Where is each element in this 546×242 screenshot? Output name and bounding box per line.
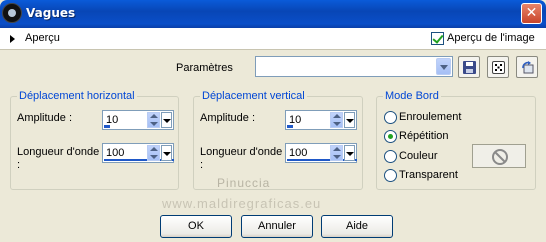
cancel-button[interactable]: Annuler xyxy=(241,215,313,238)
reset-icon xyxy=(522,61,534,74)
vertical-wavelength-value[interactable]: 100 xyxy=(289,147,307,159)
horizontal-wavelength-stepper[interactable]: 100 xyxy=(102,143,174,163)
help-button[interactable]: Aide xyxy=(321,215,393,238)
spin-arrows-icon[interactable] xyxy=(330,145,343,161)
close-icon[interactable]: ✕ xyxy=(521,3,542,24)
radio-label-transparent[interactable]: Transparent xyxy=(399,169,458,181)
radio-label-repetition[interactable]: Répétition xyxy=(399,130,449,142)
save-preset-button[interactable] xyxy=(458,56,480,78)
chevron-down-icon[interactable] xyxy=(344,112,355,128)
watermark-line-1: Pinuccia xyxy=(217,176,271,190)
preview-row: Aperçu Aperçu de l'image xyxy=(0,28,546,50)
vertical-wavelength-label: Longueur d'onde xyxy=(200,146,283,158)
value-slider-bar[interactable] xyxy=(287,125,293,128)
randomize-button[interactable] xyxy=(487,56,509,78)
vertical-amplitude-stepper[interactable]: 10 xyxy=(285,110,357,130)
no-color-icon xyxy=(492,149,508,165)
params-label: Paramètres xyxy=(176,62,233,74)
radio-repetition[interactable] xyxy=(384,130,397,143)
reset-button[interactable] xyxy=(516,56,538,78)
watermark-line-2: www.maldiregraficas.eu xyxy=(162,196,322,211)
spin-arrows-icon[interactable] xyxy=(147,145,160,161)
title-bar: Vagues ✕ xyxy=(0,0,546,28)
chevron-down-icon[interactable] xyxy=(344,145,355,161)
horizontal-amplitude-stepper[interactable]: 10 xyxy=(102,110,174,130)
params-dropdown[interactable] xyxy=(255,56,453,77)
chevron-down-icon[interactable] xyxy=(436,58,451,75)
vertical-wavelength-colon: : xyxy=(200,159,204,171)
preview-toggle-label[interactable]: Aperçu xyxy=(25,32,60,44)
image-preview-checkbox[interactable] xyxy=(431,32,444,45)
radio-enroulement[interactable] xyxy=(384,111,397,124)
window-title: Vagues xyxy=(26,6,76,20)
horizontal-amplitude-label: Amplitude : xyxy=(17,112,73,124)
vertical-wavelength-stepper[interactable]: 100 xyxy=(285,143,357,163)
chevron-down-icon[interactable] xyxy=(161,112,172,128)
expand-arrow-icon[interactable] xyxy=(10,35,15,43)
radio-transparent[interactable] xyxy=(384,169,397,182)
horizontal-wavelength-value[interactable]: 100 xyxy=(106,147,124,159)
chevron-down-icon[interactable] xyxy=(161,145,172,161)
ok-button[interactable]: OK xyxy=(160,215,232,238)
radio-label-couleur[interactable]: Couleur xyxy=(399,150,438,162)
edge-mode-title: Mode Bord xyxy=(383,90,441,102)
vertical-group-title: Déplacement vertical xyxy=(200,90,307,102)
horizontal-wavelength-colon: : xyxy=(17,159,21,171)
app-icon xyxy=(2,3,22,23)
radio-label-enroulement[interactable]: Enroulement xyxy=(399,111,461,123)
vertical-amplitude-label: Amplitude : xyxy=(200,112,256,124)
spin-arrows-icon[interactable] xyxy=(147,112,160,128)
spin-arrows-icon[interactable] xyxy=(330,112,343,128)
dice-icon xyxy=(492,61,505,74)
horizontal-wavelength-label: Longueur d'onde xyxy=(17,146,100,158)
color-swatch[interactable] xyxy=(472,144,526,168)
radio-couleur[interactable] xyxy=(384,150,397,163)
horizontal-group-title: Déplacement horizontal xyxy=(17,90,137,102)
save-icon xyxy=(463,61,476,74)
image-preview-label[interactable]: Aperçu de l'image xyxy=(447,32,535,44)
value-slider-bar[interactable] xyxy=(104,125,110,128)
